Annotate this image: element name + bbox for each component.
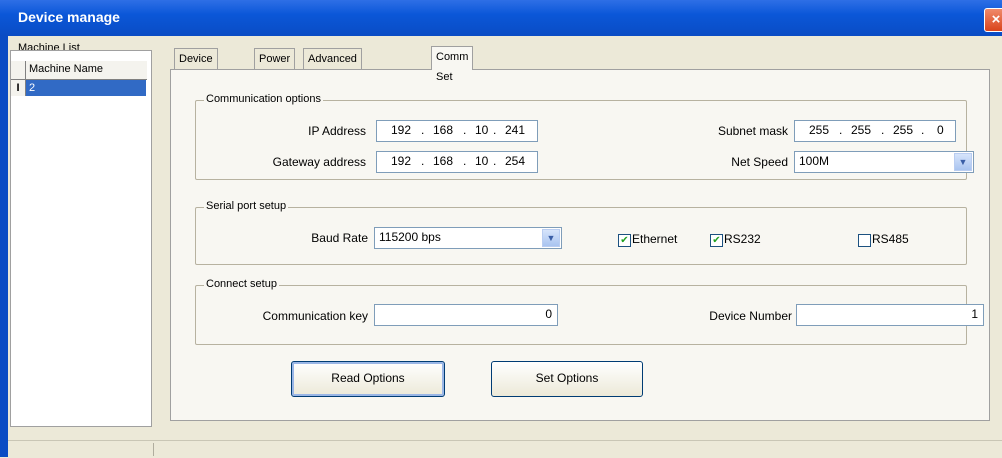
baud-rate-label: Baud Rate [311, 231, 368, 245]
ethernet-label: Ethernet [632, 232, 678, 246]
comm-set-panel: Communication options IP Address 192 . 1… [170, 69, 990, 421]
communication-key-value: 0 [545, 307, 552, 321]
rs232-label: RS232 [724, 232, 761, 246]
ip-address-label: IP Address [308, 124, 366, 138]
status-separator [153, 443, 154, 456]
subnet-mask-input[interactable]: 255 . 255 . 255 . 0 [794, 120, 956, 142]
set-options-button[interactable]: Set Options [491, 361, 643, 397]
device-number-input[interactable]: 1 [796, 304, 984, 326]
net-speed-value: 100M [799, 154, 830, 168]
row-header-corner [11, 61, 26, 79]
checkmark-icon: ✔ [712, 235, 721, 246]
subnet-octet-1: 255 [809, 123, 830, 137]
subnet-octet-2: 255 [851, 123, 872, 137]
window-left-border [0, 36, 8, 457]
ethernet-checkbox[interactable]: ✔ [618, 234, 631, 247]
gateway-octet-2: 168 [433, 154, 454, 168]
subnet-mask-label: Subnet mask [717, 124, 788, 138]
device-number-label: Device Number [709, 309, 792, 323]
rs485-label: RS485 [872, 232, 909, 246]
net-speed-select[interactable]: 100M ▼ [794, 151, 974, 173]
machine-list-grid[interactable]: Machine Name I 2 [10, 50, 152, 427]
ip-octet-4: 241 [505, 123, 526, 137]
net-speed-label: Net Speed [731, 155, 788, 169]
chevron-down-icon[interactable]: ▼ [954, 153, 972, 171]
grid-header-row: Machine Name [11, 61, 147, 80]
tab-device-info[interactable]: Device Info [174, 48, 218, 85]
subnet-octet-4: 0 [937, 123, 944, 137]
baud-rate-value: 115200 bps [379, 230, 441, 244]
serial-port-setup-group: Serial port setup Baud Rate 115200 bps ▼… [195, 200, 967, 265]
tab-advanced-function[interactable]: Advanced Function [303, 48, 362, 85]
baud-rate-select[interactable]: 115200 bps ▼ [374, 227, 562, 249]
title-bar: Device manage × [0, 0, 1002, 36]
communication-options-group: Communication options IP Address 192 . 1… [195, 93, 974, 180]
gateway-octet-4: 254 [505, 154, 526, 168]
status-bar [8, 440, 1002, 458]
ip-octet-1: 192 [391, 123, 412, 137]
ip-octet-2: 168 [433, 123, 454, 137]
communication-options-legend: Communication options [204, 93, 323, 105]
ip-octet-3: 10 [475, 123, 489, 137]
subnet-octet-3: 255 [893, 123, 914, 137]
read-options-button[interactable]: Read Options [291, 361, 445, 397]
window-title: Device manage [18, 9, 120, 25]
ip-address-input[interactable]: 192 . 168 . 10 . 241 [376, 120, 538, 142]
connect-setup-legend: Connect setup [204, 278, 279, 290]
serial-port-setup-legend: Serial port setup [204, 200, 289, 212]
gateway-address-input[interactable]: 192 . 168 . 10 . 254 [376, 151, 538, 173]
gateway-octet-1: 192 [391, 154, 412, 168]
close-icon[interactable]: × [984, 8, 1002, 32]
gateway-address-label: Gateway address [272, 155, 366, 169]
row-indicator: I [11, 80, 26, 96]
machine-name-cell[interactable]: 2 [26, 80, 146, 96]
connect-setup-group: Connect setup Communication key 0 Device… [195, 278, 984, 345]
tab-comm-set[interactable]: Comm Set [431, 46, 474, 83]
rs485-checkbox[interactable] [858, 234, 871, 247]
device-number-value: 1 [971, 307, 978, 321]
gateway-octet-3: 10 [475, 154, 489, 168]
communication-key-label: Communication key [262, 309, 368, 323]
checkmark-icon: ✔ [620, 235, 629, 246]
tab-power[interactable]: Power [254, 48, 296, 69]
rs232-checkbox[interactable]: ✔ [710, 234, 723, 247]
column-header-machine-name[interactable]: Machine Name [29, 63, 103, 75]
chevron-down-icon[interactable]: ▼ [542, 229, 560, 247]
table-row[interactable]: I 2 [11, 80, 147, 96]
communication-key-input[interactable]: 0 [374, 304, 558, 326]
